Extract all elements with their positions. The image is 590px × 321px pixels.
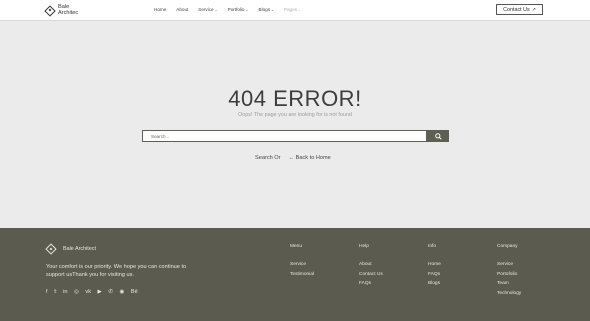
logo-line-2: Architec: [58, 10, 79, 16]
footer-link[interactable]: Contact Us: [359, 270, 383, 280]
youtube-icon[interactable]: ▶: [98, 289, 102, 295]
nav-item-service[interactable]: Service⌄: [198, 7, 217, 12]
social-links: f 𝕥 in ◎ vk ▶ ✆ ◉ Bē: [46, 289, 138, 295]
footer-link[interactable]: Testimonial: [290, 270, 314, 280]
footer-col-company: Company Service Portofolio Team Technolo…: [497, 244, 521, 298]
footer-link[interactable]: Technology: [497, 289, 521, 299]
main-nav: Home About Service⌄ Portfolio⌄ Blogs⌄ Pa…: [154, 7, 301, 12]
footer-link[interactable]: Home: [428, 260, 441, 270]
twitter-icon[interactable]: 𝕥: [54, 289, 57, 295]
arrow-left-icon: ←: [288, 155, 295, 161]
chevron-down-icon: ⌄: [245, 8, 249, 12]
chevron-down-icon: ⌄: [214, 8, 218, 12]
top-navbar: Bale Architec Home About Service⌄ Portfo…: [0, 0, 590, 21]
search-form: Search...: [142, 130, 449, 142]
footer-col-menu: Menu Service Testimonial: [290, 244, 314, 279]
back-to-home-link[interactable]: ← Back to Home: [289, 155, 331, 161]
footer: Bale Architect Your comfort is our prior…: [0, 228, 590, 321]
logo-text: Bale Architec: [58, 4, 86, 16]
site-logo[interactable]: Bale Architec: [45, 4, 86, 16]
nav-item-portfolio[interactable]: Portfolio⌄: [228, 7, 249, 12]
footer-link[interactable]: FAQs: [428, 270, 441, 280]
footer-link[interactable]: Blogs: [428, 279, 441, 289]
whatsapp-icon[interactable]: ✆: [108, 289, 113, 295]
logo-diamond-icon: [46, 244, 55, 253]
chevron-down-icon: ⌄: [298, 8, 302, 12]
nav-item-blogs[interactable]: Blogs⌄: [259, 7, 275, 12]
nav-item-about[interactable]: About: [176, 7, 188, 12]
search-icon: [434, 132, 442, 140]
nav-item-pages[interactable]: Pages⌄: [284, 7, 301, 12]
search-or-text: Search Or: [255, 155, 281, 161]
footer-link[interactable]: Service: [290, 260, 314, 270]
contact-us-button[interactable]: Contact Us ↗: [496, 4, 543, 15]
footer-link[interactable]: FAQs: [359, 279, 383, 289]
instagram-icon[interactable]: ◉: [120, 289, 125, 295]
chevron-down-icon: ⌄: [271, 8, 275, 12]
nav-item-home[interactable]: Home: [154, 7, 166, 12]
footer-link[interactable]: Service: [497, 260, 521, 270]
search-button[interactable]: [427, 130, 449, 142]
error-links: Search Or ← Back to Home: [255, 155, 331, 161]
footer-description: Your comfort is our priority. We hope yo…: [46, 264, 187, 278]
search-placeholder: Search...: [151, 133, 170, 139]
contact-us-label: Contact Us: [503, 6, 530, 13]
footer-col-help: Help About Contact Us FAQs: [359, 244, 383, 289]
error-subtitle: Oops! The page you are looking for is no…: [238, 112, 352, 118]
facebook-icon[interactable]: f: [46, 289, 48, 295]
footer-brand: Bale Architect: [63, 245, 96, 252]
footer-col-heading: Info: [428, 244, 437, 249]
dribbble-icon[interactable]: ◎: [74, 289, 79, 295]
logo-diamond-icon: [45, 6, 54, 15]
footer-col-info: Info Home FAQs Blogs: [428, 244, 441, 289]
error-title: 404 ERROR!: [228, 86, 362, 111]
behance-icon[interactable]: Bē: [131, 289, 138, 295]
arrow-up-right-icon: ↗: [531, 6, 536, 13]
footer-link[interactable]: About: [359, 260, 383, 270]
linkedin-icon[interactable]: in: [63, 289, 67, 295]
footer-col-heading: Company: [497, 244, 518, 249]
footer-col-heading: Help: [359, 244, 369, 249]
footer-link[interactable]: Portofolio: [497, 270, 521, 280]
vk-icon[interactable]: vk: [85, 289, 91, 295]
footer-logo[interactable]: Bale Architect: [46, 244, 96, 253]
footer-link[interactable]: Team: [497, 279, 521, 289]
search-input[interactable]: Search...: [142, 130, 427, 142]
footer-col-heading: Menu: [290, 244, 302, 249]
